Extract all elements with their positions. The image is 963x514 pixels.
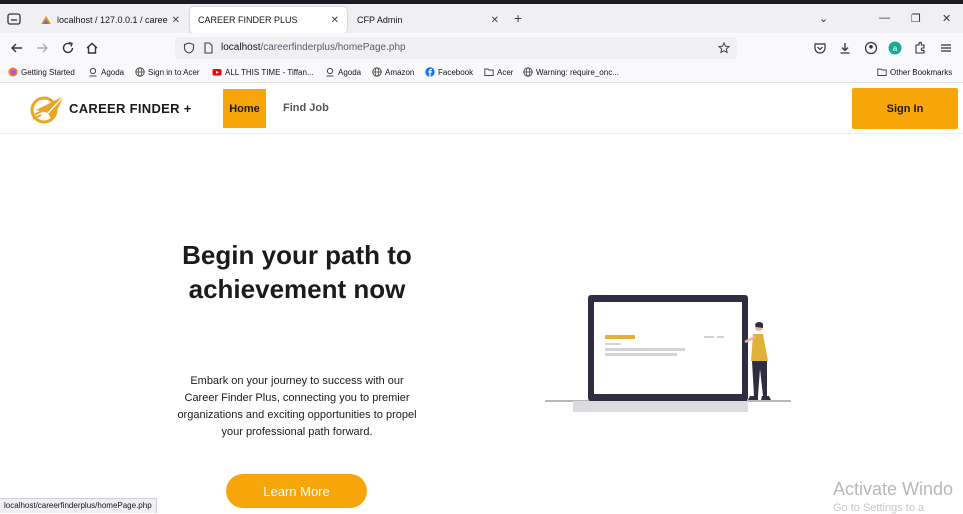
new-tab-button[interactable]: + bbox=[514, 11, 522, 25]
tab-career-finder[interactable]: CAREER FINDER PLUS ✕ bbox=[190, 7, 347, 33]
hero-description: Embark on your journey to success with o… bbox=[177, 375, 417, 438]
bookmark-star-icon[interactable] bbox=[718, 42, 730, 54]
bookmark-acer-folder[interactable]: Acer bbox=[484, 67, 513, 77]
brand-name[interactable]: CAREER FINDER + bbox=[69, 101, 192, 116]
status-bar-url: localhost/careerfinderplus/homePage.php bbox=[0, 498, 157, 513]
downloads-icon[interactable] bbox=[838, 41, 852, 55]
restore-button[interactable]: ❐ bbox=[911, 12, 921, 25]
bookmark-agoda-2[interactable]: Agoda bbox=[325, 67, 361, 77]
youtube-icon bbox=[212, 69, 222, 76]
reload-icon[interactable] bbox=[61, 41, 75, 55]
agoda-icon bbox=[89, 67, 97, 77]
other-bookmarks[interactable]: Other Bookmarks bbox=[877, 67, 952, 77]
bookmark-warning[interactable]: Warning: require_onc... bbox=[523, 67, 619, 77]
url-host: localhost bbox=[221, 42, 261, 53]
url-path: /careerfinderplus/homePage.php bbox=[260, 42, 406, 53]
globe-icon bbox=[523, 67, 533, 77]
bookmark-amazon[interactable]: Amazon bbox=[372, 67, 414, 77]
phpmyadmin-icon bbox=[41, 16, 51, 24]
bookmark-label: Sign in to Acer bbox=[148, 67, 200, 77]
close-icon[interactable]: ✕ bbox=[491, 15, 499, 26]
extension-avatar-icon[interactable]: a bbox=[888, 41, 902, 55]
laptop-illustration bbox=[545, 295, 791, 412]
firefox-icon bbox=[8, 67, 18, 77]
hero-title: Begin your path to achievement now bbox=[182, 240, 412, 304]
tab-title: localhost / 127.0.0.1 / careerfind bbox=[57, 15, 168, 25]
extensions-icon[interactable] bbox=[913, 41, 927, 55]
learn-more-button[interactable]: Learn More bbox=[226, 474, 367, 508]
close-icon[interactable]: ✕ bbox=[331, 15, 339, 26]
back-icon[interactable] bbox=[10, 41, 24, 55]
bookmark-label: ALL THIS TIME - Tiffan... bbox=[225, 67, 314, 77]
bookmark-all-this-time[interactable]: ALL THIS TIME - Tiffan... bbox=[212, 67, 314, 77]
tab-bar: localhost / 127.0.0.1 / careerfind ✕ CAR… bbox=[0, 4, 963, 33]
bookmark-label: Agoda bbox=[101, 67, 125, 77]
bookmark-label: Amazon bbox=[385, 67, 415, 77]
activate-windows-watermark: Activate Windo bbox=[833, 479, 954, 499]
agoda-icon bbox=[326, 67, 334, 77]
minimize-button[interactable]: — bbox=[879, 12, 890, 24]
url-bar[interactable]: localhost/careerfinderplus/homePage.php bbox=[175, 37, 737, 59]
svg-text:a: a bbox=[893, 44, 898, 53]
home-icon[interactable] bbox=[85, 41, 99, 55]
site-header: CAREER FINDER + Home Find Job Sign In bbox=[0, 83, 963, 134]
bookmark-label: Facebook bbox=[438, 67, 474, 77]
navigation-bar: localhost/careerfinderplus/homePage.php … bbox=[0, 33, 963, 63]
bookmark-label: Agoda bbox=[338, 67, 362, 77]
tab-title: CFP Admin bbox=[357, 15, 403, 25]
bookmark-label: Warning: require_onc... bbox=[536, 67, 619, 77]
tab-title: CAREER FINDER PLUS bbox=[198, 15, 298, 25]
account-icon[interactable] bbox=[864, 41, 878, 55]
shield-icon[interactable] bbox=[183, 42, 195, 54]
paper-plane-logo-icon[interactable] bbox=[30, 93, 66, 125]
bookmarks-bar: Getting Started Agoda Sign in to Acer AL… bbox=[0, 63, 963, 83]
menu-icon[interactable] bbox=[939, 41, 953, 55]
bookmark-facebook[interactable]: Facebook bbox=[425, 67, 473, 77]
page-icon[interactable] bbox=[202, 42, 214, 54]
globe-icon bbox=[135, 67, 145, 77]
close-icon[interactable]: ✕ bbox=[172, 15, 180, 26]
folder-icon bbox=[877, 68, 887, 76]
nav-home-link[interactable]: Home bbox=[223, 89, 266, 128]
other-bookmarks-label: Other Bookmarks bbox=[890, 67, 953, 77]
bookmark-label: Getting Started bbox=[21, 67, 75, 77]
sign-in-button[interactable]: Sign In bbox=[852, 88, 958, 129]
url-text[interactable]: localhost/careerfinderplus/homePage.php bbox=[221, 42, 406, 53]
folder-icon bbox=[484, 68, 494, 76]
list-all-tabs-icon[interactable]: ⌄ bbox=[819, 12, 828, 25]
activate-windows-subtext: Go to Settings to a bbox=[833, 502, 925, 514]
facebook-icon bbox=[425, 67, 435, 77]
globe-icon bbox=[372, 67, 382, 77]
forward-icon[interactable] bbox=[35, 41, 49, 55]
bookmark-agoda[interactable]: Agoda bbox=[88, 67, 124, 77]
bookmark-label: Acer bbox=[497, 67, 514, 77]
tab-cfp-admin[interactable]: CFP Admin ✕ bbox=[349, 7, 507, 33]
tab-list-icon[interactable] bbox=[6, 11, 22, 27]
bookmark-getting-started[interactable]: Getting Started bbox=[8, 67, 75, 77]
nav-find-job-link[interactable]: Find Job bbox=[283, 102, 329, 114]
window-close-button[interactable]: ✕ bbox=[942, 12, 951, 25]
pocket-icon[interactable] bbox=[813, 41, 827, 55]
tab-phpmyadmin[interactable]: localhost / 127.0.0.1 / careerfind ✕ bbox=[32, 7, 188, 33]
bookmark-sign-in-to-acer[interactable]: Sign in to Acer bbox=[135, 67, 200, 77]
